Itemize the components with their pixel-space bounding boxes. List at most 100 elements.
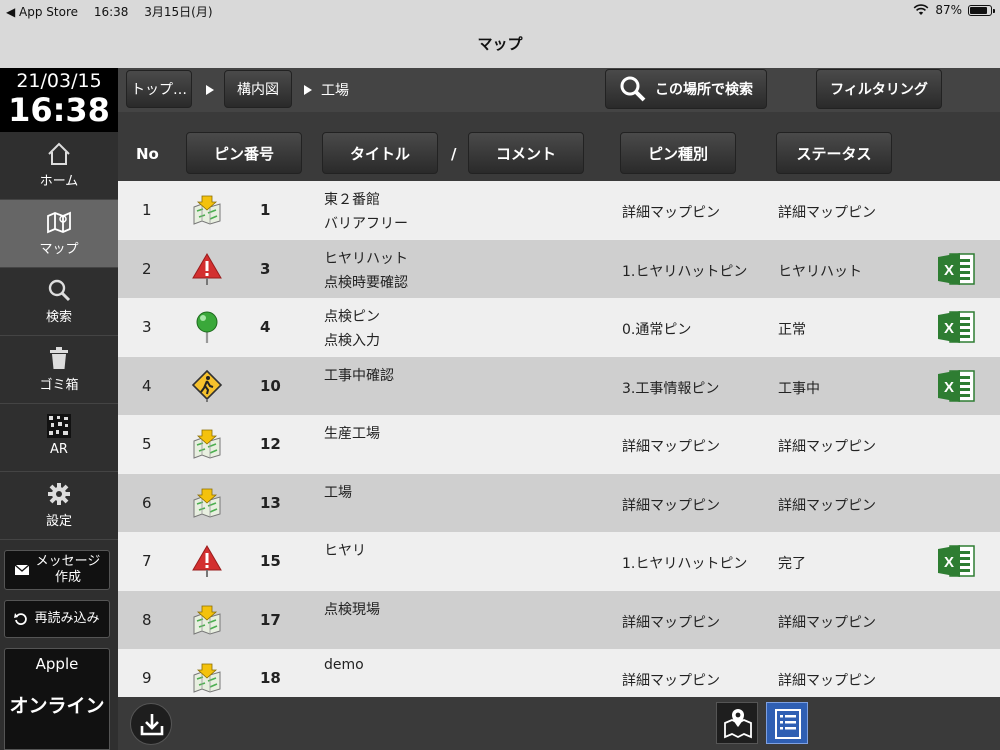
table-row[interactable]: 1 1 東２番館 バリアフリー 詳細マップピン 詳細マップピン [118,181,1000,239]
user-status-panel: Apple オンライン [4,648,110,750]
sidebar-item-home[interactable]: ホーム [0,132,118,200]
sort-pin-number-button[interactable]: ピン番号 [186,132,302,174]
row-status: 詳細マップピン [778,205,876,221]
clock: 21/03/15 16:38 [0,68,118,132]
toolbar: トップ… 構内図 工場 この場所で検索 フィルタリング [118,68,1000,112]
table-row[interactable]: 8 17 点検現場 詳細マップピン 詳細マップピン [118,590,1000,649]
row-comment: 点検入力 [324,333,380,349]
sidebar-item-settings[interactable]: 設定 [0,472,118,540]
search-here-button[interactable]: この場所で検索 [605,69,767,109]
sort-status-button[interactable]: ステータス [776,132,892,174]
search-icon [620,76,646,102]
svg-text:X: X [944,262,954,279]
search-here-label: この場所で検索 [655,82,753,98]
row-title: ヒヤリ [324,543,366,559]
breadcrumb-arrow-icon [206,85,214,95]
reload-label: 再読み込み [34,611,100,626]
row-title: 点検現場 [324,601,380,618]
breadcrumb-arrow-icon [304,85,312,95]
breadcrumb-top[interactable]: トップ… [126,70,192,108]
download-icon [140,714,164,736]
sidebar-item-label: AR [50,442,68,457]
status-date: 3月15日(月) [144,5,213,19]
search-icon [0,276,118,306]
row-pin-type: 1.ヒヤリハットピン [622,263,748,280]
download-button[interactable] [130,703,172,745]
clock-time: 16:38 [8,91,110,129]
row-title: 東２番館 [324,192,380,208]
row-comment: 点検時要確認 [324,274,408,291]
trash-icon [0,344,118,374]
sidebar-item-label: ゴミ箱 [39,378,79,393]
table-row[interactable]: 7 15 ヒヤリ 1.ヒヤリハットピン 完了 X [118,532,1000,590]
table-row[interactable]: 3 4 点検ピン 点検入力 0.通常ピン 正常 X [118,298,1000,356]
page-title: マップ [0,22,1000,68]
row-pin-number: 15 [260,552,281,570]
ar-marker-icon [0,412,118,442]
row-status: 詳細マップピン [778,673,876,689]
row-title: 工場 [324,484,352,501]
table-row[interactable]: 5 12 生産工場 詳細マップピン 詳細マップピン [118,415,1000,473]
row-pin-number: 1 [260,201,271,219]
sort-comment-button[interactable]: コメント [468,132,584,174]
row-status: 正常 [778,322,806,338]
map-pin-view-icon [724,709,752,739]
detail-map-pin-icon [190,427,224,461]
home-icon [0,140,118,170]
sidebar-item-search[interactable]: 検索 [0,268,118,336]
svg-text:X: X [944,320,954,337]
table-row[interactable]: 4 10 工事中確認 3.工事情報ピン 工事中 X [118,356,1000,415]
breadcrumb-current: 工場 [321,83,349,99]
row-status: 完了 [778,556,806,572]
row-pin-number: 10 [260,376,281,395]
row-title: ヒヤリハット [324,250,408,267]
row-pin-number: 4 [260,318,271,336]
row-status: 詳細マップピン [778,497,876,514]
sidebar-item-map[interactable]: マップ [0,200,118,268]
breadcrumb-level2[interactable]: 構内図 [224,70,292,108]
green-pin-icon [190,310,224,344]
column-separator: / [451,145,457,163]
sidebar-item-label: ホーム [39,174,79,189]
row-pin-number: 12 [260,435,281,453]
column-no: No [136,145,159,163]
row-status: 工事中 [778,380,820,397]
wifi-icon [913,4,929,15]
excel-export-icon[interactable]: X [936,368,976,404]
back-to-app-store[interactable]: ◀ App Store [6,5,78,19]
row-title: 工事中確認 [324,367,394,384]
row-status: 詳細マップピン [778,439,876,455]
detail-map-pin-icon [190,603,224,637]
excel-export-icon[interactable]: X [936,309,976,345]
row-no: 6 [142,493,152,512]
warning-pin-icon [190,252,224,286]
list-view-icon [775,709,801,739]
detail-map-pin-icon [190,193,224,227]
sort-title-button[interactable]: タイトル [322,132,438,174]
sidebar-item-label: 設定 [45,514,72,529]
map-view-button[interactable] [716,702,758,744]
battery-percent: 87% [935,3,962,17]
excel-export-icon[interactable]: X [936,543,976,579]
sort-pin-type-button[interactable]: ピン種別 [620,132,736,174]
row-pin-type: 0.通常ピン [622,322,692,338]
excel-export-icon[interactable]: X [936,251,976,287]
table-row[interactable]: 9 18 demo 詳細マップピン 詳細マップピン [118,649,1000,697]
row-title: 生産工場 [324,426,380,442]
reload-button[interactable]: 再読み込み [4,600,110,638]
construction-pin-icon [190,369,224,403]
pin-list-table: 1 1 東２番館 バリアフリー 詳細マップピン 詳細マップピン 2 3 ヒヤリハット 点検時要確認… [118,181,1000,697]
sidebar-item-ar[interactable]: AR [0,404,118,472]
row-no: 9 [142,669,152,687]
create-message-button[interactable]: メッセージ 作成 [4,550,110,590]
create-message-label: メッセージ 作成 [35,554,101,585]
detail-map-pin-icon [190,661,224,695]
bottom-toolbar [118,697,1000,750]
filtering-button[interactable]: フィルタリング [816,69,942,109]
row-pin-type: 詳細マップピン [622,497,720,514]
table-row[interactable]: 6 13 工場 詳細マップピン 詳細マップピン [118,473,1000,532]
table-row[interactable]: 2 3 ヒヤリハット 点検時要確認 1.ヒヤリハットピン ヒヤリハット X [118,239,1000,298]
list-view-button[interactable] [766,702,808,744]
svg-text:X: X [944,379,954,396]
sidebar-item-trash[interactable]: ゴミ箱 [0,336,118,404]
